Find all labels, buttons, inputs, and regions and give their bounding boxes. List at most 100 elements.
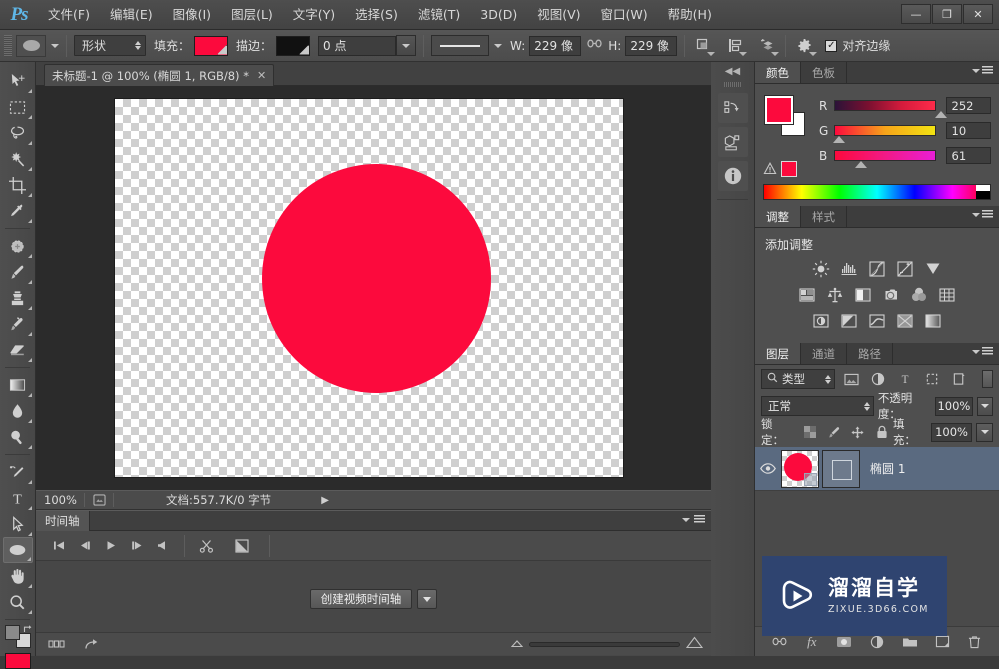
zoom-out-icon[interactable]	[510, 637, 524, 651]
tab-color[interactable]: 颜色	[755, 62, 801, 83]
curves-icon[interactable]	[868, 259, 887, 278]
timeline-zoom-control[interactable]	[510, 636, 711, 652]
active-foreground-color[interactable]	[4, 653, 31, 669]
zoom-in-icon[interactable]	[685, 636, 704, 652]
stroke-width-chevron-down-icon[interactable]	[396, 35, 417, 56]
b-value-input[interactable]: 61	[945, 147, 991, 164]
brightness-contrast-icon[interactable]	[812, 259, 831, 278]
dock-grip[interactable]	[723, 82, 742, 87]
align-edges-checkbox[interactable]: ✓	[825, 39, 838, 52]
split-clip-button[interactable]	[193, 535, 219, 557]
layer-filter-type-select[interactable]: 类型	[761, 369, 835, 389]
path-selection-tool[interactable]	[3, 511, 33, 537]
menu-layer[interactable]: 图层(L)	[221, 0, 283, 30]
panel-menu-icon[interactable]	[972, 210, 993, 219]
menu-select[interactable]: 选择(S)	[345, 0, 408, 30]
magic-wand-tool[interactable]	[3, 146, 33, 172]
menu-help[interactable]: 帮助(H)	[658, 0, 722, 30]
blur-tool[interactable]	[3, 398, 33, 424]
g-value-input[interactable]: 10	[945, 122, 991, 139]
fill-input[interactable]: 100%	[930, 422, 973, 442]
path-arrangement-icon[interactable]	[756, 35, 780, 57]
ellipse-tool-icon[interactable]	[16, 34, 46, 57]
convert-to-frames-icon[interactable]	[44, 635, 68, 653]
lasso-tool[interactable]	[3, 120, 33, 146]
out-of-gamut-warning-icon[interactable]	[763, 162, 777, 176]
menu-type[interactable]: 文字(Y)	[283, 0, 345, 30]
g-slider-track[interactable]	[833, 125, 936, 143]
history-brush-tool[interactable]	[3, 311, 33, 337]
next-frame-button[interactable]	[124, 535, 150, 557]
link-icon[interactable]	[587, 38, 602, 53]
transition-button[interactable]	[229, 535, 255, 557]
tab-styles[interactable]: 样式	[801, 206, 847, 227]
channel-mixer-icon[interactable]	[910, 285, 929, 304]
menu-window[interactable]: 窗口(W)	[591, 0, 658, 30]
zoom-tool[interactable]	[3, 589, 33, 615]
foreground-background-colors[interactable]	[3, 624, 33, 650]
spot-healing-brush-tool[interactable]	[3, 233, 33, 259]
stroke-style-select[interactable]	[431, 35, 490, 56]
layer-filter-toggle[interactable]	[982, 370, 993, 388]
r-slider-track[interactable]	[834, 100, 947, 118]
delete-layer-icon[interactable]	[965, 632, 985, 652]
filter-adjustment-icon[interactable]	[867, 369, 889, 389]
tool-preset-chevron-down-icon[interactable]	[51, 43, 59, 48]
menu-image[interactable]: 图像(I)	[163, 0, 221, 30]
stroke-style-chevron-down-icon[interactable]	[494, 43, 503, 48]
gear-icon[interactable]	[793, 35, 818, 57]
tab-swatches[interactable]: 色板	[801, 62, 847, 83]
filter-shape-icon[interactable]	[921, 369, 943, 389]
status-bar-arrow-icon[interactable]: ▶	[321, 495, 329, 506]
eyedropper-tool[interactable]	[3, 198, 33, 224]
canvas-sheet[interactable]	[115, 99, 623, 477]
play-button[interactable]	[98, 535, 124, 557]
go-to-first-frame-button[interactable]	[46, 535, 72, 557]
foreground-color-swatch[interactable]	[765, 96, 793, 124]
lock-image-pixels-icon[interactable]	[827, 424, 841, 440]
out-of-gamut-swatch[interactable]	[781, 161, 797, 177]
color-balance-icon[interactable]	[826, 285, 845, 304]
lock-transparent-pixels-icon[interactable]	[803, 424, 817, 440]
crop-tool[interactable]	[3, 172, 33, 198]
layer-row-ellipse-1[interactable]: 椭圆 1	[755, 447, 999, 491]
exposure-icon[interactable]	[896, 259, 915, 278]
photo-filter-icon[interactable]	[882, 285, 901, 304]
hue-saturation-icon[interactable]	[798, 285, 817, 304]
minimize-button[interactable]: —	[901, 4, 931, 24]
opacity-chevron-down-icon[interactable]	[977, 396, 993, 416]
b-slider-track[interactable]	[834, 150, 936, 168]
brush-tool[interactable]	[3, 259, 33, 285]
lock-all-icon[interactable]	[875, 424, 889, 440]
fill-color-swatch[interactable]	[194, 35, 229, 56]
menu-3d[interactable]: 3D(D)	[470, 0, 527, 30]
menu-file[interactable]: 文件(F)	[38, 0, 100, 30]
create-video-timeline-button[interactable]: 创建视频时间轴	[309, 589, 413, 609]
width-input[interactable]: 229 像	[529, 35, 582, 56]
close-icon[interactable]: ✕	[257, 69, 266, 82]
layer-visibility-eye-icon[interactable]	[755, 463, 781, 474]
panel-menu-icon[interactable]	[972, 347, 993, 356]
render-video-icon[interactable]	[80, 635, 104, 653]
levels-icon[interactable]	[840, 259, 859, 278]
color-lookup-icon[interactable]	[938, 285, 957, 304]
chevron-down-icon[interactable]	[417, 589, 438, 609]
path-alignment-icon[interactable]	[724, 35, 748, 57]
collapse-dock-icon[interactable]: ◀◀	[711, 62, 754, 80]
panel-menu-icon[interactable]	[972, 66, 993, 75]
ellipse-tool[interactable]	[2, 537, 33, 563]
rectangular-marquee-tool[interactable]	[3, 94, 33, 120]
panel-menu-icon[interactable]	[681, 514, 705, 527]
filter-smart-object-icon[interactable]	[948, 369, 970, 389]
vector-mask-thumbnail[interactable]	[822, 449, 860, 488]
blend-mode-select[interactable]: 正常	[761, 396, 874, 416]
posterize-icon[interactable]	[840, 311, 859, 330]
stroke-width-input[interactable]: 0 点	[318, 35, 397, 56]
r-value-input[interactable]: 252	[945, 97, 991, 114]
options-bar-grip[interactable]	[4, 34, 12, 57]
zoom-level-input[interactable]: 100%	[36, 493, 80, 507]
eraser-tool[interactable]	[3, 337, 33, 363]
timeline-zoom-slider[interactable]	[529, 641, 680, 647]
history-panel-icon[interactable]	[717, 93, 748, 123]
tab-timeline[interactable]: 时间轴	[36, 510, 90, 531]
